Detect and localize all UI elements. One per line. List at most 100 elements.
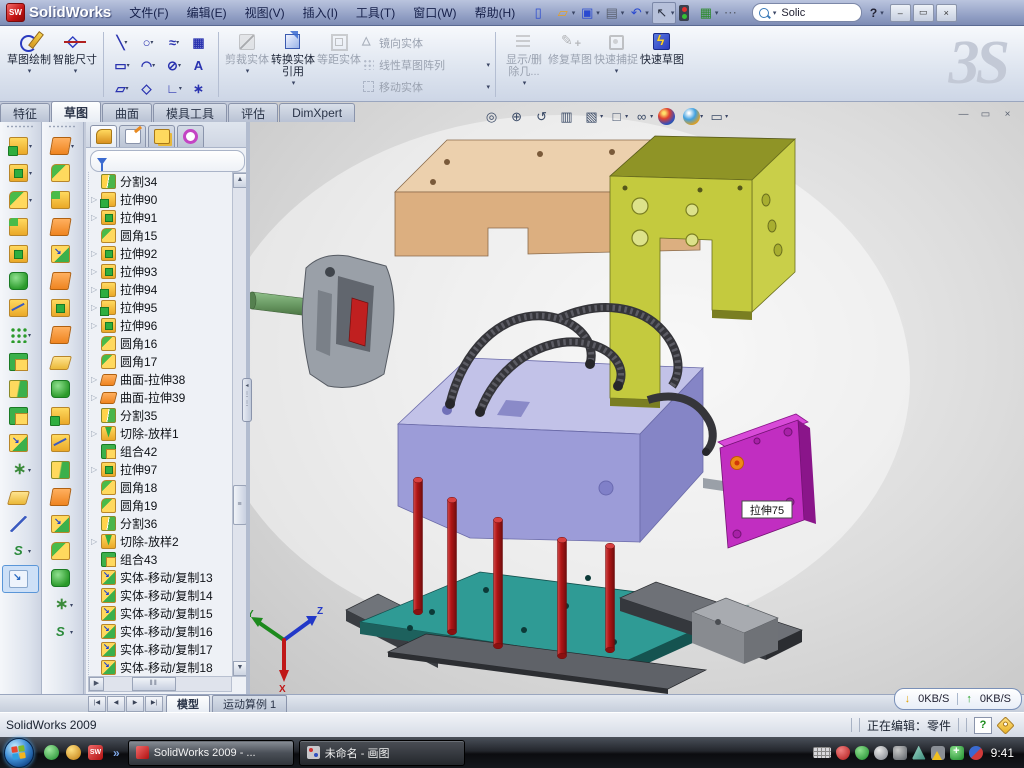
selection-box-icon[interactable]: ▦ <box>187 31 213 54</box>
boundary-boss-icon[interactable] <box>44 214 81 240</box>
exploded-mold-assembly-model[interactable]: Y Z X 拉伸75 <box>250 102 1024 694</box>
taskbar-window-paint[interactable]: 未命名 - 画图 <box>299 740 465 766</box>
split-icon[interactable] <box>2 376 39 402</box>
expand-arrow-icon[interactable] <box>91 249 101 258</box>
print-icon[interactable]: ▤ <box>603 3 626 23</box>
status-badge-icon[interactable] <box>874 746 888 760</box>
warning-overlay-icon[interactable] <box>931 746 945 760</box>
shell-icon[interactable] <box>2 214 39 240</box>
previous-view-icon[interactable]: ↺ <box>532 105 554 127</box>
line-icon[interactable]: ╲ <box>109 31 135 54</box>
undo-icon[interactable]: ↶ <box>627 3 650 23</box>
restore-button[interactable]: ▭ <box>913 4 934 22</box>
fillet-icon[interactable] <box>2 187 39 213</box>
swept-boss-icon[interactable] <box>44 133 81 159</box>
sketch-fillet-icon[interactable]: ∟ <box>161 77 187 100</box>
move-copy-body-icon[interactable] <box>2 430 39 456</box>
menu-item[interactable]: 工具(T) <box>356 4 395 21</box>
combine-alt-icon[interactable] <box>2 403 39 429</box>
tree-item[interactable]: 曲面-拉伸38 <box>91 370 232 388</box>
tree-item[interactable]: 拉伸93 <box>91 262 232 280</box>
tree-item[interactable]: 分割36 <box>91 514 232 532</box>
new-document-icon[interactable]: ▯ <box>529 3 552 23</box>
tree-horizontal-scrollbar[interactable]: ◀ ⦀⦀ ▶ <box>88 676 232 692</box>
offset-surface-icon[interactable] <box>44 403 81 429</box>
combine-icon[interactable] <box>2 349 39 375</box>
tree-item[interactable]: 分割34 <box>91 172 232 190</box>
volume-icon[interactable] <box>893 746 907 760</box>
tree-item[interactable]: 实体-移动/复制15 <box>91 604 232 622</box>
open-folder-icon[interactable]: ▱ <box>554 3 577 23</box>
expand-arrow-icon[interactable] <box>91 267 101 276</box>
tree-item[interactable]: 圆角17 <box>91 352 232 370</box>
move-entities-button[interactable]: 移动实体 <box>362 77 490 96</box>
view-settings-icon[interactable]: ▭ <box>707 105 729 127</box>
dome-icon[interactable] <box>44 565 81 591</box>
scroll-down-button[interactable]: ▼ <box>233 661 247 676</box>
search-input[interactable] <box>779 6 837 20</box>
fillet-surface-icon[interactable] <box>44 538 81 564</box>
quick-tips-icon[interactable]: ? <box>974 717 992 734</box>
tree-item[interactable]: 实体-移动/复制13 <box>91 568 232 586</box>
vertical-scroll-thumb[interactable]: ≡ <box>233 485 247 525</box>
document-restore-button[interactable]: ▭ <box>977 108 994 122</box>
tree-item[interactable]: 拉伸92 <box>91 244 232 262</box>
tab-dimxpert[interactable]: DimXpert <box>279 103 355 122</box>
tree-item[interactable]: 分割35 <box>91 406 232 424</box>
expand-arrow-icon[interactable] <box>91 465 101 474</box>
tree-item[interactable]: 实体-移动/复制17 <box>91 640 232 658</box>
scroll-right-button[interactable]: ▶ <box>89 677 104 691</box>
document-close-button[interactable]: × <box>999 108 1016 122</box>
display-delete-relations-button[interactable]: 显示/删除几... <box>501 28 547 101</box>
security-shield-icon[interactable] <box>855 746 869 760</box>
tree-item[interactable]: 切除-放样1 <box>91 424 232 442</box>
options-list-icon[interactable]: ▦ <box>697 3 720 23</box>
extend-surface-icon[interactable] <box>44 511 81 537</box>
pattern-dots-icon[interactable] <box>2 322 39 348</box>
boss-extrude-icon[interactable] <box>2 133 39 159</box>
reference-point-icon[interactable] <box>2 457 39 483</box>
flatten-icon[interactable] <box>2 565 39 593</box>
start-button[interactable] <box>4 738 34 768</box>
cut-extrude-icon[interactable] <box>2 160 39 186</box>
document-minimize-button[interactable]: — <box>955 108 972 122</box>
minimize-button[interactable]: – <box>890 4 911 22</box>
launcher-ball-icon[interactable] <box>66 745 81 760</box>
tree-item[interactable]: 拉伸95 <box>91 298 232 316</box>
keyboard-layout-icon[interactable] <box>813 747 831 758</box>
menu-item[interactable]: 帮助(H) <box>475 4 516 21</box>
mirror-entities-button[interactable]: 镜向实体 <box>362 33 490 52</box>
next-tab-button[interactable]: ▶ <box>126 696 144 712</box>
power-options-icon[interactable]: ⋯ <box>721 3 744 23</box>
reference-plane-icon[interactable] <box>2 484 39 510</box>
wrap-icon[interactable] <box>2 295 39 321</box>
repair-sketch-button[interactable]: 修复草图 <box>547 28 593 101</box>
tags-icon[interactable] <box>996 716 1014 734</box>
ellipse-icon[interactable]: ⊘ <box>161 54 187 77</box>
dimxpertmanager-tab[interactable] <box>177 125 204 147</box>
tree-item[interactable]: 圆角18 <box>91 478 232 496</box>
tree-item[interactable]: 拉伸91 <box>91 208 232 226</box>
thicken-icon[interactable] <box>44 322 81 348</box>
panel-splitter-handle[interactable]: ◂⋮⋮ <box>242 378 252 422</box>
first-tab-button[interactable]: |◀ <box>88 696 106 712</box>
tab-surfaces[interactable]: 曲面 <box>102 103 152 122</box>
tree-item[interactable]: 组合43 <box>91 550 232 568</box>
select-arrow-icon[interactable]: ↖ <box>652 2 677 24</box>
rectangle-icon[interactable]: ▭ <box>109 54 135 77</box>
messenger-icon[interactable] <box>44 745 59 760</box>
polygon-icon[interactable]: ◇ <box>135 77 161 100</box>
search-dropdown-icon[interactable] <box>773 9 777 17</box>
help-button[interactable]: ? <box>870 6 877 20</box>
swept-cut-icon[interactable] <box>44 241 81 267</box>
taskbar-clock[interactable]: 9:41 <box>991 746 1014 760</box>
zoom-fit-icon[interactable]: ◎ <box>482 105 504 127</box>
revolve-boss-icon[interactable] <box>44 160 81 186</box>
view-orientation-icon[interactable]: ▧ <box>582 105 604 127</box>
expand-arrow-icon[interactable] <box>91 537 101 546</box>
loft-boss-icon[interactable] <box>44 187 81 213</box>
convert-entities-button[interactable]: 转换实体引用 <box>270 28 316 101</box>
tree-item[interactable]: 拉伸90 <box>91 190 232 208</box>
knit-surface-icon[interactable] <box>44 430 81 456</box>
draft-icon[interactable] <box>2 268 39 294</box>
